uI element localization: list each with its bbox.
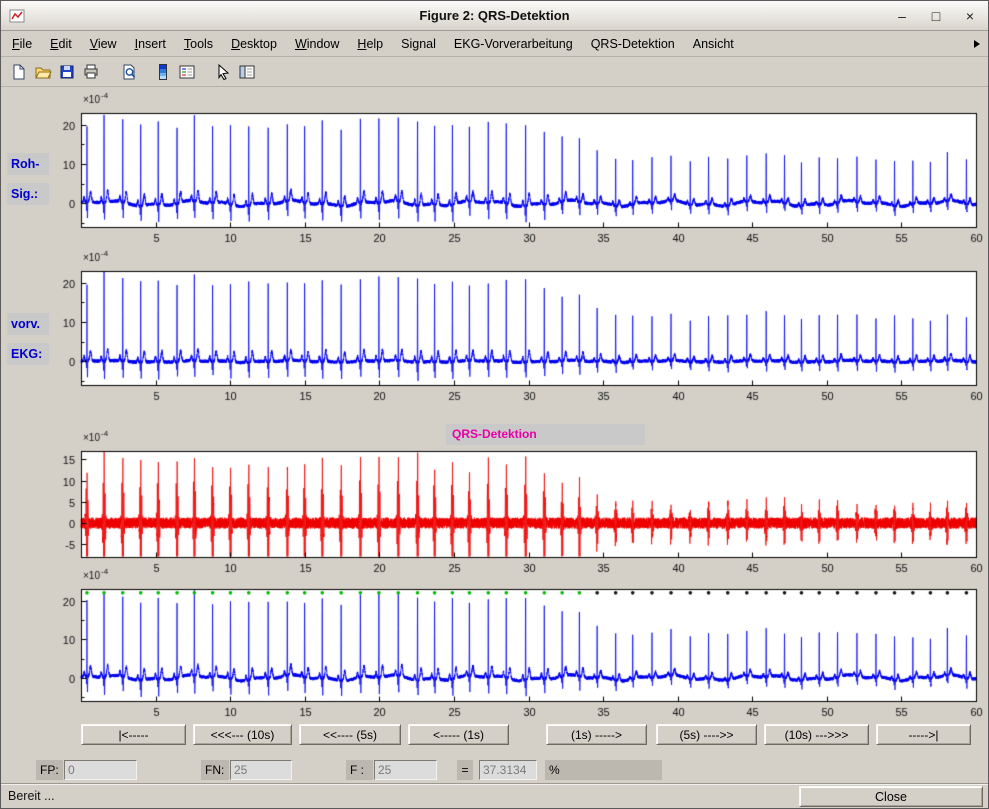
menu-item-ekg-vorverarbeitung[interactable]: EKG-Vorverarbeitung [445,33,582,55]
new-file-icon[interactable] [7,60,31,84]
f-label: F : [346,760,373,780]
close-icon[interactable]: × [958,5,982,27]
f-measure-input[interactable] [479,760,537,780]
nav-button-back-1s[interactable]: <----- (1s) [408,724,509,745]
menu-item-insert[interactable]: Insert [126,33,175,55]
fp-label: FP: [36,760,63,780]
menu-item-tools[interactable]: Tools [175,33,222,55]
menu-item-qrs-detektion[interactable]: QRS-Detektion [582,33,684,55]
colorbar-icon[interactable] [151,60,175,84]
edit-plot-arrow-icon[interactable] [211,60,235,84]
window-controls: – □ × [890,5,982,27]
menu-item-desktop[interactable]: Desktop [222,33,286,55]
fn-input[interactable] [230,760,292,780]
toolbar [1,57,988,87]
f-input[interactable] [374,760,437,780]
nav-button-back-5s[interactable]: <<---- (5s) [299,724,401,745]
nav-button-back-10s[interactable]: <<<--- (10s) [193,724,292,745]
close-button[interactable]: Close [799,786,983,807]
fn-label: FN: [201,760,229,780]
qrs-detektion-title: QRS-Detektion [446,424,645,445]
menu-item-edit[interactable]: Edit [41,33,81,55]
preprocessed-label-line2: EKG: [7,343,49,365]
legend-icon[interactable] [175,60,199,84]
print-preview-icon[interactable] [117,60,141,84]
nav-button-jump-end[interactable]: ----->| [876,724,971,745]
fp-input[interactable] [64,760,137,780]
figure-window: Figure 2: QRS-Detektion – □ × FileEditVi… [0,0,989,809]
preprocessed-label-line1: vorv. [7,313,49,335]
menu-item-file[interactable]: File [3,33,41,55]
maximize-icon[interactable]: □ [924,5,948,27]
plot-detection-markers [35,565,985,723]
plot-browser-panel-icon[interactable] [235,60,259,84]
save-icon[interactable] [55,60,79,84]
plot-preprocessed-ecg [35,247,985,407]
status-text: Bereit ... [8,789,55,803]
nav-button-fwd-1s[interactable]: (1s) -----> [546,724,647,745]
minimize-icon[interactable]: – [890,5,914,27]
menu-item-help[interactable]: Help [348,33,392,55]
statusbar: Bereit ... Close [1,783,988,808]
plot-raw-signal [35,89,985,249]
open-folder-icon[interactable] [31,60,55,84]
print-icon[interactable] [79,60,103,84]
equals-label: = [457,760,473,780]
percent-label: % [545,760,662,780]
nav-button-fwd-5s[interactable]: (5s) ---->> [656,724,757,745]
menu-item-signal[interactable]: Signal [392,33,445,55]
menu-item-window[interactable]: Window [286,33,348,55]
window-title: Figure 2: QRS-Detektion [1,1,988,30]
menu-overflow-icon[interactable] [974,40,980,48]
menubar: FileEditViewInsertToolsDesktopWindowHelp… [1,31,988,57]
nav-button-fwd-10s[interactable]: (10s) --->>> [764,724,869,745]
titlebar: Figure 2: QRS-Detektion – □ × [1,1,988,31]
raw-signal-label-line2: Sig.: [7,183,49,205]
menu-item-ansicht[interactable]: Ansicht [684,33,743,55]
nav-button-jump-start[interactable]: |<----- [81,724,186,745]
raw-signal-label-line1: Roh- [7,153,49,175]
plot-qrs-detection-function [35,427,985,579]
menu-item-view[interactable]: View [81,33,126,55]
